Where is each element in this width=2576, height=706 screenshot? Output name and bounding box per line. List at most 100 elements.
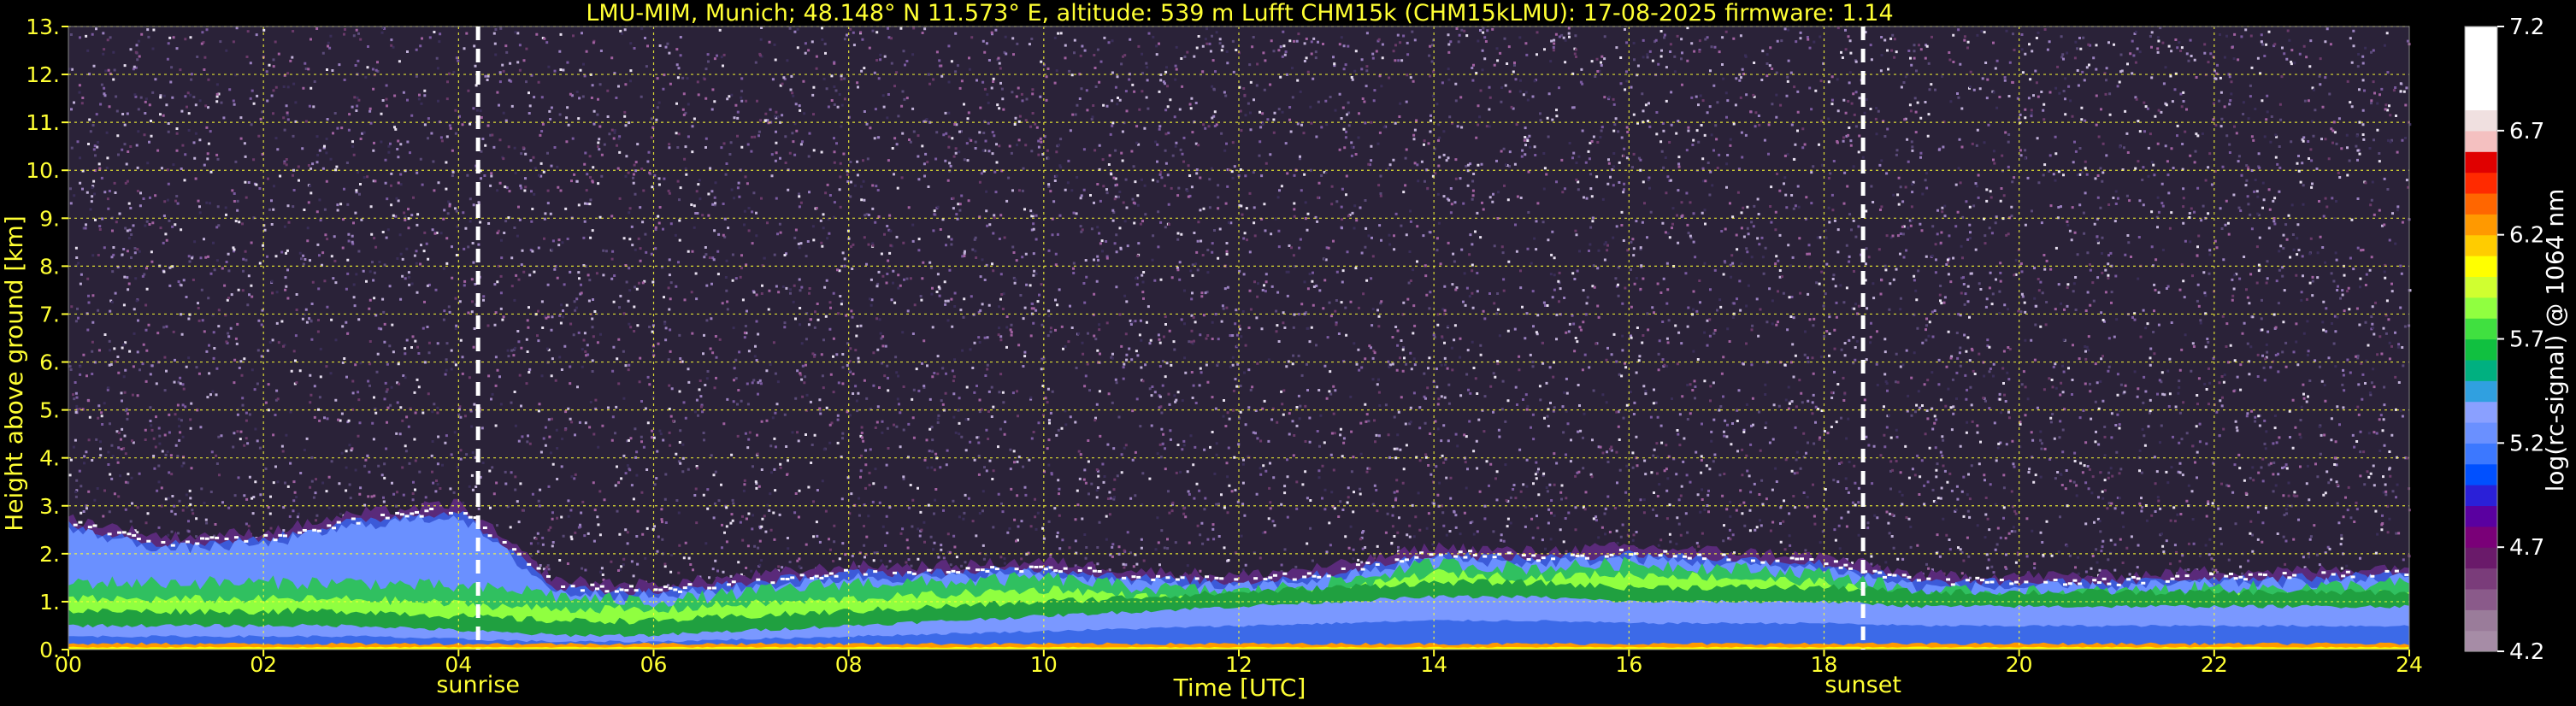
layer-edge xyxy=(1726,558,1731,562)
layer-edge xyxy=(1063,567,1068,570)
x-tick-label: 14 xyxy=(1420,652,1447,677)
colorbar-swatch xyxy=(2465,526,2497,548)
layer-edge xyxy=(512,548,517,551)
layer-edge xyxy=(1887,573,1892,576)
layer-edge xyxy=(468,515,473,519)
layer-edge xyxy=(834,574,839,578)
x-tick-label: 04 xyxy=(445,652,472,677)
colorbar-tick-label: 7.2 xyxy=(2509,15,2544,40)
layer-edge xyxy=(1053,569,1058,573)
layer-edge xyxy=(985,569,990,573)
layer-edge xyxy=(132,533,137,537)
colorbar-swatch xyxy=(2465,297,2497,319)
colorbar-tick-label: 4.2 xyxy=(2509,639,2544,665)
layer-edge xyxy=(278,533,283,537)
layer-edge xyxy=(668,586,673,590)
layer-edge xyxy=(1219,577,1224,580)
layer-edge xyxy=(170,544,175,547)
layer-edge xyxy=(1838,566,1843,569)
layer-edge xyxy=(2228,572,2233,575)
layer-edge xyxy=(1043,568,1048,571)
layer-edge xyxy=(1272,574,1277,577)
layer-edge xyxy=(2013,580,2019,584)
layer-edge xyxy=(336,521,341,524)
colorbar-swatch xyxy=(2465,318,2497,340)
colorbar-swatch xyxy=(2465,47,2497,69)
layer-edge xyxy=(785,578,790,581)
layer-edge xyxy=(224,537,229,540)
layer-edge xyxy=(414,510,419,514)
layer-edge xyxy=(1872,569,1877,573)
layer-edge xyxy=(731,580,736,584)
layer-edge xyxy=(399,513,404,516)
layer-edge xyxy=(707,586,712,590)
layer-edge xyxy=(273,538,278,542)
layer-edge xyxy=(395,511,400,515)
chart-title: LMU-MIM, Munich; 48.148° N 11.573° E, al… xyxy=(586,0,1893,26)
layer-edge xyxy=(1551,557,1556,561)
layer-edge xyxy=(2224,574,2229,578)
layer-edge xyxy=(2404,574,2409,577)
layer-edge xyxy=(756,578,761,581)
layer-edge xyxy=(487,534,492,538)
layer-edge xyxy=(711,586,716,590)
layer-edge xyxy=(2107,582,2112,585)
colorbar-swatch xyxy=(2465,151,2497,174)
layer-edge xyxy=(1088,567,1093,570)
ceilometer-chart: LMU-MIM, Munich; 48.148° N 11.573° E, al… xyxy=(0,0,2569,702)
layer-edge xyxy=(590,583,595,586)
layer-edge xyxy=(121,531,127,534)
layer-edge xyxy=(117,531,122,534)
layer-edge xyxy=(1687,556,1692,560)
layer-edge xyxy=(2072,579,2078,582)
layer-edge xyxy=(1926,577,1931,580)
layer-edge xyxy=(975,568,980,572)
layer-edge xyxy=(893,571,898,574)
colorbar-tick-label: 6.7 xyxy=(2509,119,2544,144)
layer-edge xyxy=(1131,575,1136,579)
layer-edge xyxy=(2131,575,2136,579)
layer-edge xyxy=(580,589,585,592)
layer-edge xyxy=(824,574,829,578)
layer-edge xyxy=(1975,576,1980,580)
x-tick-label: 08 xyxy=(835,652,863,677)
layer-edge xyxy=(1965,579,1970,582)
layer-edge xyxy=(1034,565,1039,568)
layer-edge xyxy=(1950,583,1955,586)
layer-edge xyxy=(1165,576,1170,580)
layer-edge xyxy=(424,509,429,513)
layer-edge xyxy=(814,574,819,578)
layer-edge xyxy=(215,536,220,539)
layer-edge xyxy=(1136,575,1141,579)
colorbar-tick-label: 4.7 xyxy=(2509,535,2544,561)
colorbar-swatch xyxy=(2465,505,2497,527)
colorbar-swatch xyxy=(2465,443,2497,465)
layer-edge xyxy=(312,528,317,532)
layer-edge xyxy=(244,539,249,543)
layer-edge xyxy=(1907,575,1912,579)
x-tick-label: 00 xyxy=(55,652,82,677)
layer-edge xyxy=(682,586,687,590)
layer-edge xyxy=(1292,578,1297,581)
colorbar-swatch xyxy=(2465,109,2497,132)
layer-edge xyxy=(1180,576,1185,580)
x-tick-label: 20 xyxy=(2006,652,2033,677)
layer-edge xyxy=(980,568,985,572)
layer-edge xyxy=(1526,558,1531,562)
layer-edge xyxy=(146,539,151,543)
layer-edge xyxy=(1604,555,1609,558)
colorbar-swatch xyxy=(2465,338,2497,361)
colorbar-swatch xyxy=(2465,485,2497,507)
y-axis-label: Height above ground [km] xyxy=(0,215,28,532)
layer-edge xyxy=(1989,580,1995,584)
layer-edge xyxy=(780,577,785,580)
layer-edge xyxy=(1326,574,1331,578)
layer-edge xyxy=(209,536,215,539)
layer-edge xyxy=(2384,569,2390,573)
layer-edge xyxy=(1151,578,1156,581)
layer-edge xyxy=(1901,574,1907,577)
layer-edge xyxy=(2345,570,2350,574)
layer-edge xyxy=(1472,554,1477,557)
layer-edge xyxy=(1775,559,1780,562)
colorbar-label: log(rc-signal) @ 1064 nm xyxy=(2541,189,2569,492)
